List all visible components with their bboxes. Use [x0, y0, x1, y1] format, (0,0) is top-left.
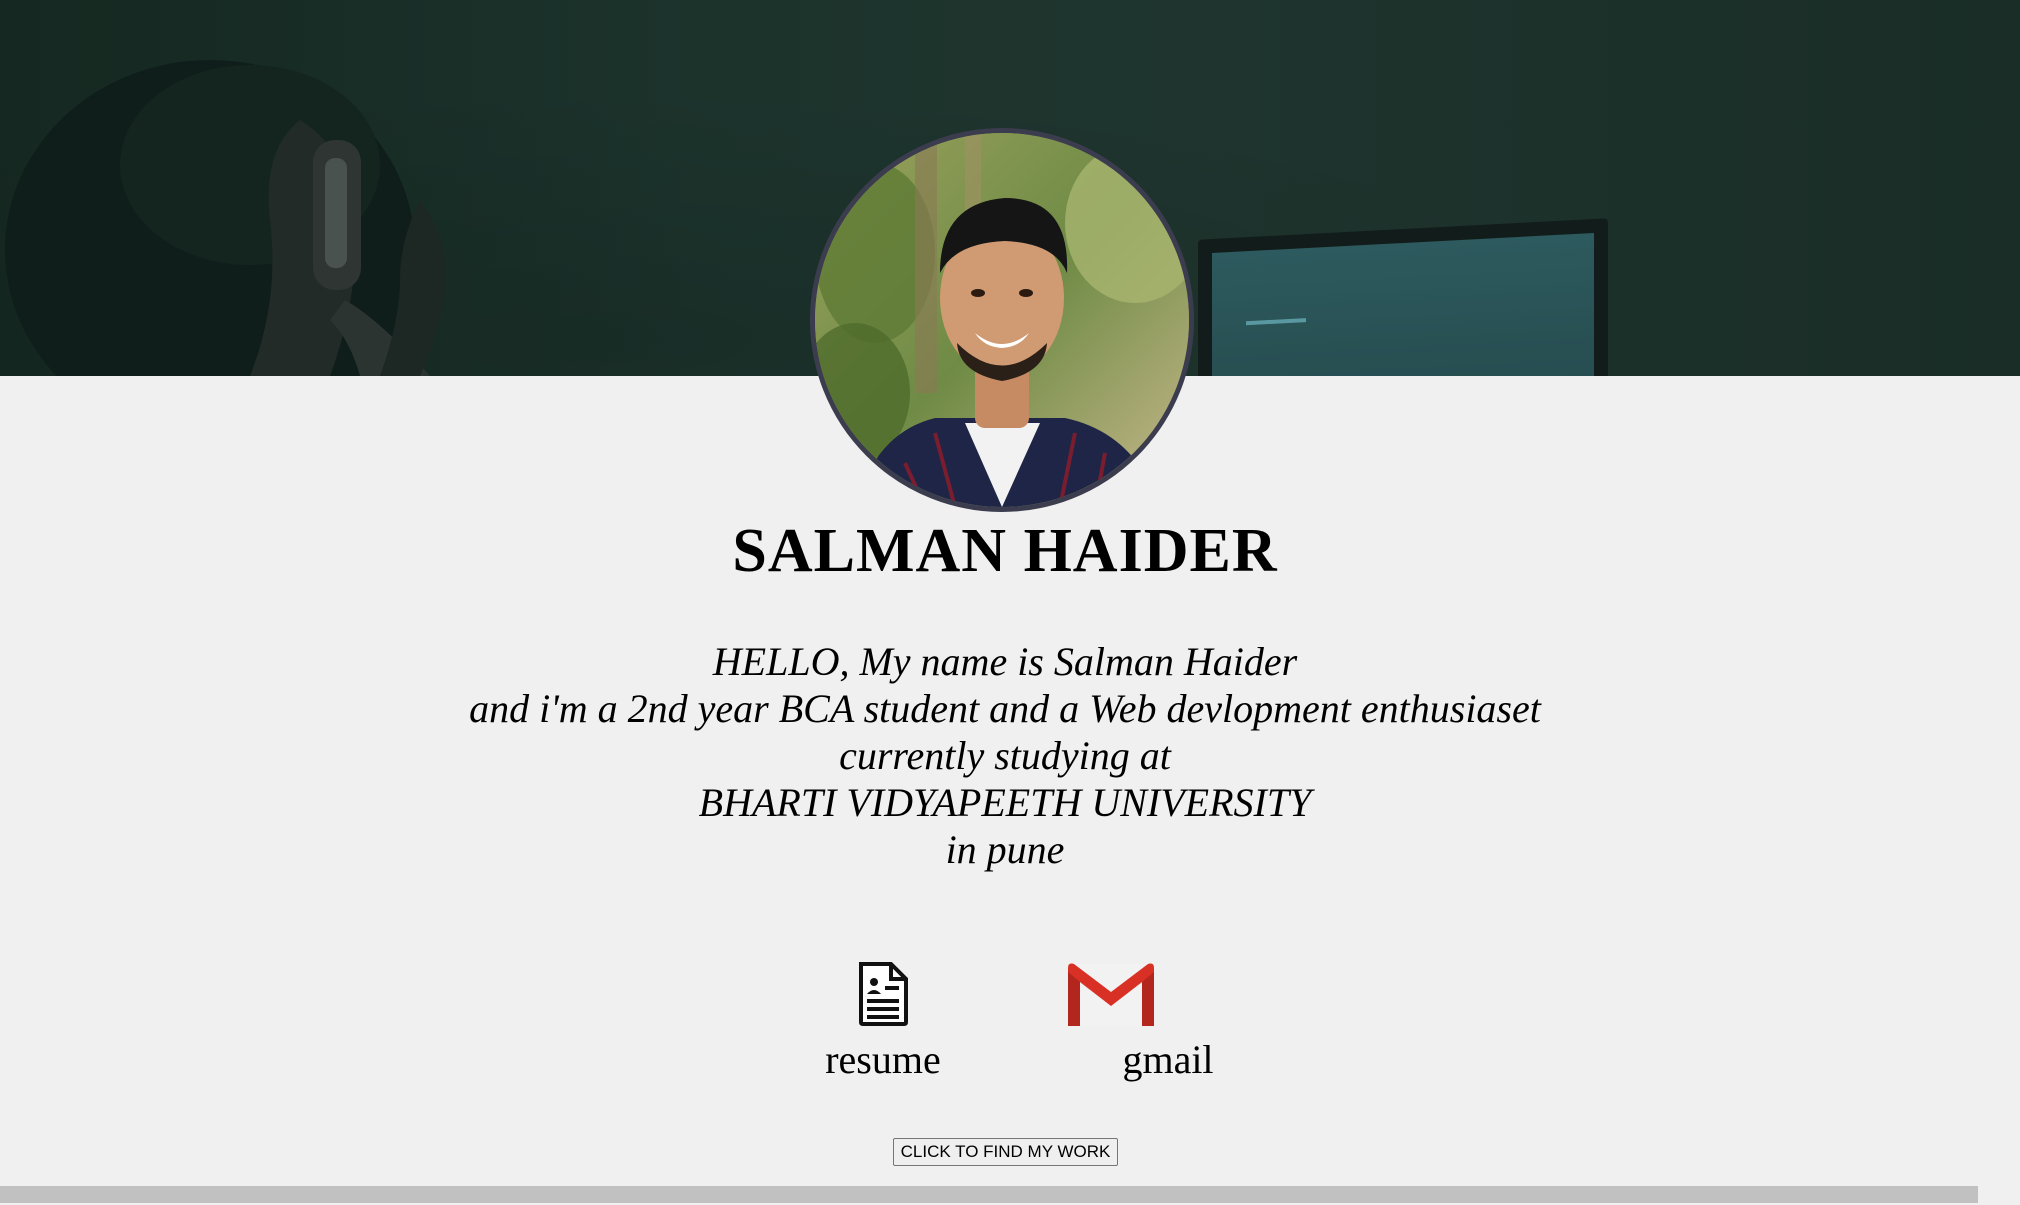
intro-line: in pune	[945, 827, 1065, 872]
intro-line: and i'm a 2nd year BCA student and a Web…	[469, 686, 1541, 731]
intro-line: HELLO, My name is Salman Haider	[712, 639, 1298, 684]
resume-icon	[859, 962, 908, 1026]
find-my-work-button[interactable]: CLICK TO FIND MY WORK	[893, 1138, 1118, 1166]
gmail-link[interactable]: gmail	[1068, 962, 1218, 1082]
hero-monitor	[1198, 218, 1608, 376]
gmail-icon	[1068, 963, 1154, 1026]
gmail-label: gmail	[1122, 1037, 1214, 1082]
profile-photo-image	[815, 133, 1189, 507]
resume-link[interactable]: resume	[806, 962, 960, 1082]
profile-photo	[810, 128, 1194, 512]
intro-line: currently studying at	[839, 733, 1171, 778]
hero-person-illustration	[5, 60, 446, 376]
page: SALMAN HAIDER HELLO, My name is Salman H…	[0, 0, 2020, 1205]
intro-line: BHARTI VIDYAPEETH UNIVERSITY	[698, 780, 1312, 825]
resume-label: resume	[825, 1037, 941, 1082]
profile-name: SALMAN HAIDER	[732, 517, 1278, 585]
intro-text: HELLO, My name is Salman Haider and i'm …	[0, 638, 2010, 873]
horizontal-scrollbar[interactable]	[0, 1186, 1978, 1203]
